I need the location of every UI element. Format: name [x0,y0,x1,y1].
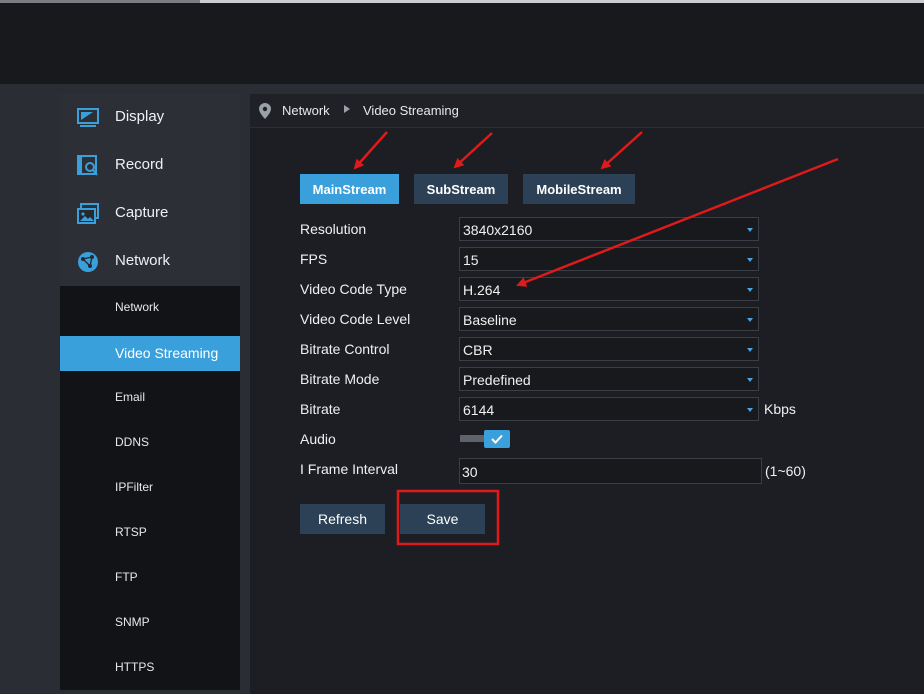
resolution-select[interactable]: 3840x2160 [459,217,759,241]
submenu-item-label: RTSP [115,525,147,539]
bitrate-select[interactable]: 6144 [459,397,759,421]
refresh-button[interactable]: Refresh [300,504,385,534]
fps-select[interactable]: 15 [459,247,759,271]
submenu-item-label: Video Streaming [115,345,219,361]
sidebar-item-display[interactable]: Display [60,94,240,142]
sidebar-item-label: Display [115,108,165,125]
network-globe-icon [78,252,98,272]
chevron-down-icon [747,228,753,232]
submenu-item-label: IPFilter [115,480,154,494]
sidebar-item-record[interactable]: Record [60,142,240,190]
checkmark-icon [491,434,503,444]
bitrate-value: 6144 [463,402,495,418]
sidebar-item-label: Record [115,156,164,173]
breadcrumb: Network Video Streaming [250,94,924,128]
sidebar-item-network[interactable]: Network [60,238,240,286]
i-frame-interval-input[interactable]: 30 [459,458,762,484]
bitrate-control-value: CBR [463,342,493,358]
submenu-item-email[interactable]: Email [60,380,240,415]
i-frame-interval-value: 30 [462,464,478,480]
location-pin-icon [259,103,271,119]
submenu-item-ftp[interactable]: FTP [60,560,240,595]
submenu-item-https[interactable]: HTTPS [60,650,240,685]
chevron-down-icon [747,258,753,262]
record-icon [77,155,98,176]
submenu-item-snmp[interactable]: SNMP [60,605,240,640]
submenu-item-video-streaming[interactable]: Video Streaming [60,336,240,371]
resolution-label: Resolution [300,221,367,237]
chevron-down-icon [747,348,753,352]
video-code-type-value: H.264 [463,282,501,298]
bitrate-mode-value: Predefined [463,372,531,388]
video-code-level-value: Baseline [463,312,517,328]
submenu-item-label: DDNS [115,435,150,449]
sidebar-item-label: Network [115,252,171,269]
tab-mobilestream[interactable]: MobileStream [523,174,635,204]
sidebar: Display Record Capture Network Network V… [60,94,240,690]
content-panel: Network Video Streaming MainStream SubSt… [250,94,924,694]
bitrate-unit: Kbps [764,401,796,417]
audio-label: Audio [300,431,336,447]
tab-substream[interactable]: SubStream [414,174,508,204]
video-code-type-label: Video Code Type [300,281,407,297]
top-bar [0,3,924,84]
breadcrumb-separator-icon [344,105,350,113]
submenu-item-label: HTTPS [115,660,155,674]
chevron-down-icon [747,408,753,412]
submenu-item-network[interactable]: Network [60,290,240,325]
bitrate-mode-select[interactable]: Predefined [459,367,759,391]
sidebar-item-label: Capture [115,204,169,221]
submenu-item-label: FTP [115,570,138,584]
fps-value: 15 [463,252,479,268]
bitrate-mode-label: Bitrate Mode [300,371,380,387]
i-frame-interval-label: I Frame Interval [300,461,399,477]
bitrate-label: Bitrate [300,401,341,417]
breadcrumb-current: Video Streaming [363,103,459,118]
resolution-value: 3840x2160 [463,222,533,238]
network-submenu: Network Video Streaming Email DDNS IPFil… [60,286,240,690]
chevron-down-icon [747,318,753,322]
tab-mainstream[interactable]: MainStream [300,174,399,204]
audio-toggle[interactable] [460,430,510,448]
sidebar-item-capture[interactable]: Capture [60,190,240,238]
submenu-item-label: Network [115,300,160,314]
video-code-type-select[interactable]: H.264 [459,277,759,301]
i-frame-interval-range: (1~60) [765,463,806,479]
chevron-down-icon [747,378,753,382]
capture-icon [77,203,99,224]
breadcrumb-parent[interactable]: Network [282,103,330,118]
submenu-item-rtsp[interactable]: RTSP [60,515,240,550]
fps-label: FPS [300,251,328,267]
monitor-icon [77,108,99,127]
save-button[interactable]: Save [400,504,485,534]
video-code-level-select[interactable]: Baseline [459,307,759,331]
submenu-item-ddns[interactable]: DDNS [60,425,240,460]
submenu-item-label: SNMP [115,615,150,629]
audio-toggle-knob [484,430,510,448]
submenu-item-label: Email [115,390,146,404]
submenu-item-ipfilter[interactable]: IPFilter [60,470,240,505]
bitrate-control-select[interactable]: CBR [459,337,759,361]
bitrate-control-label: Bitrate Control [300,341,390,357]
chevron-down-icon [747,288,753,292]
video-code-level-label: Video Code Level [300,311,411,327]
